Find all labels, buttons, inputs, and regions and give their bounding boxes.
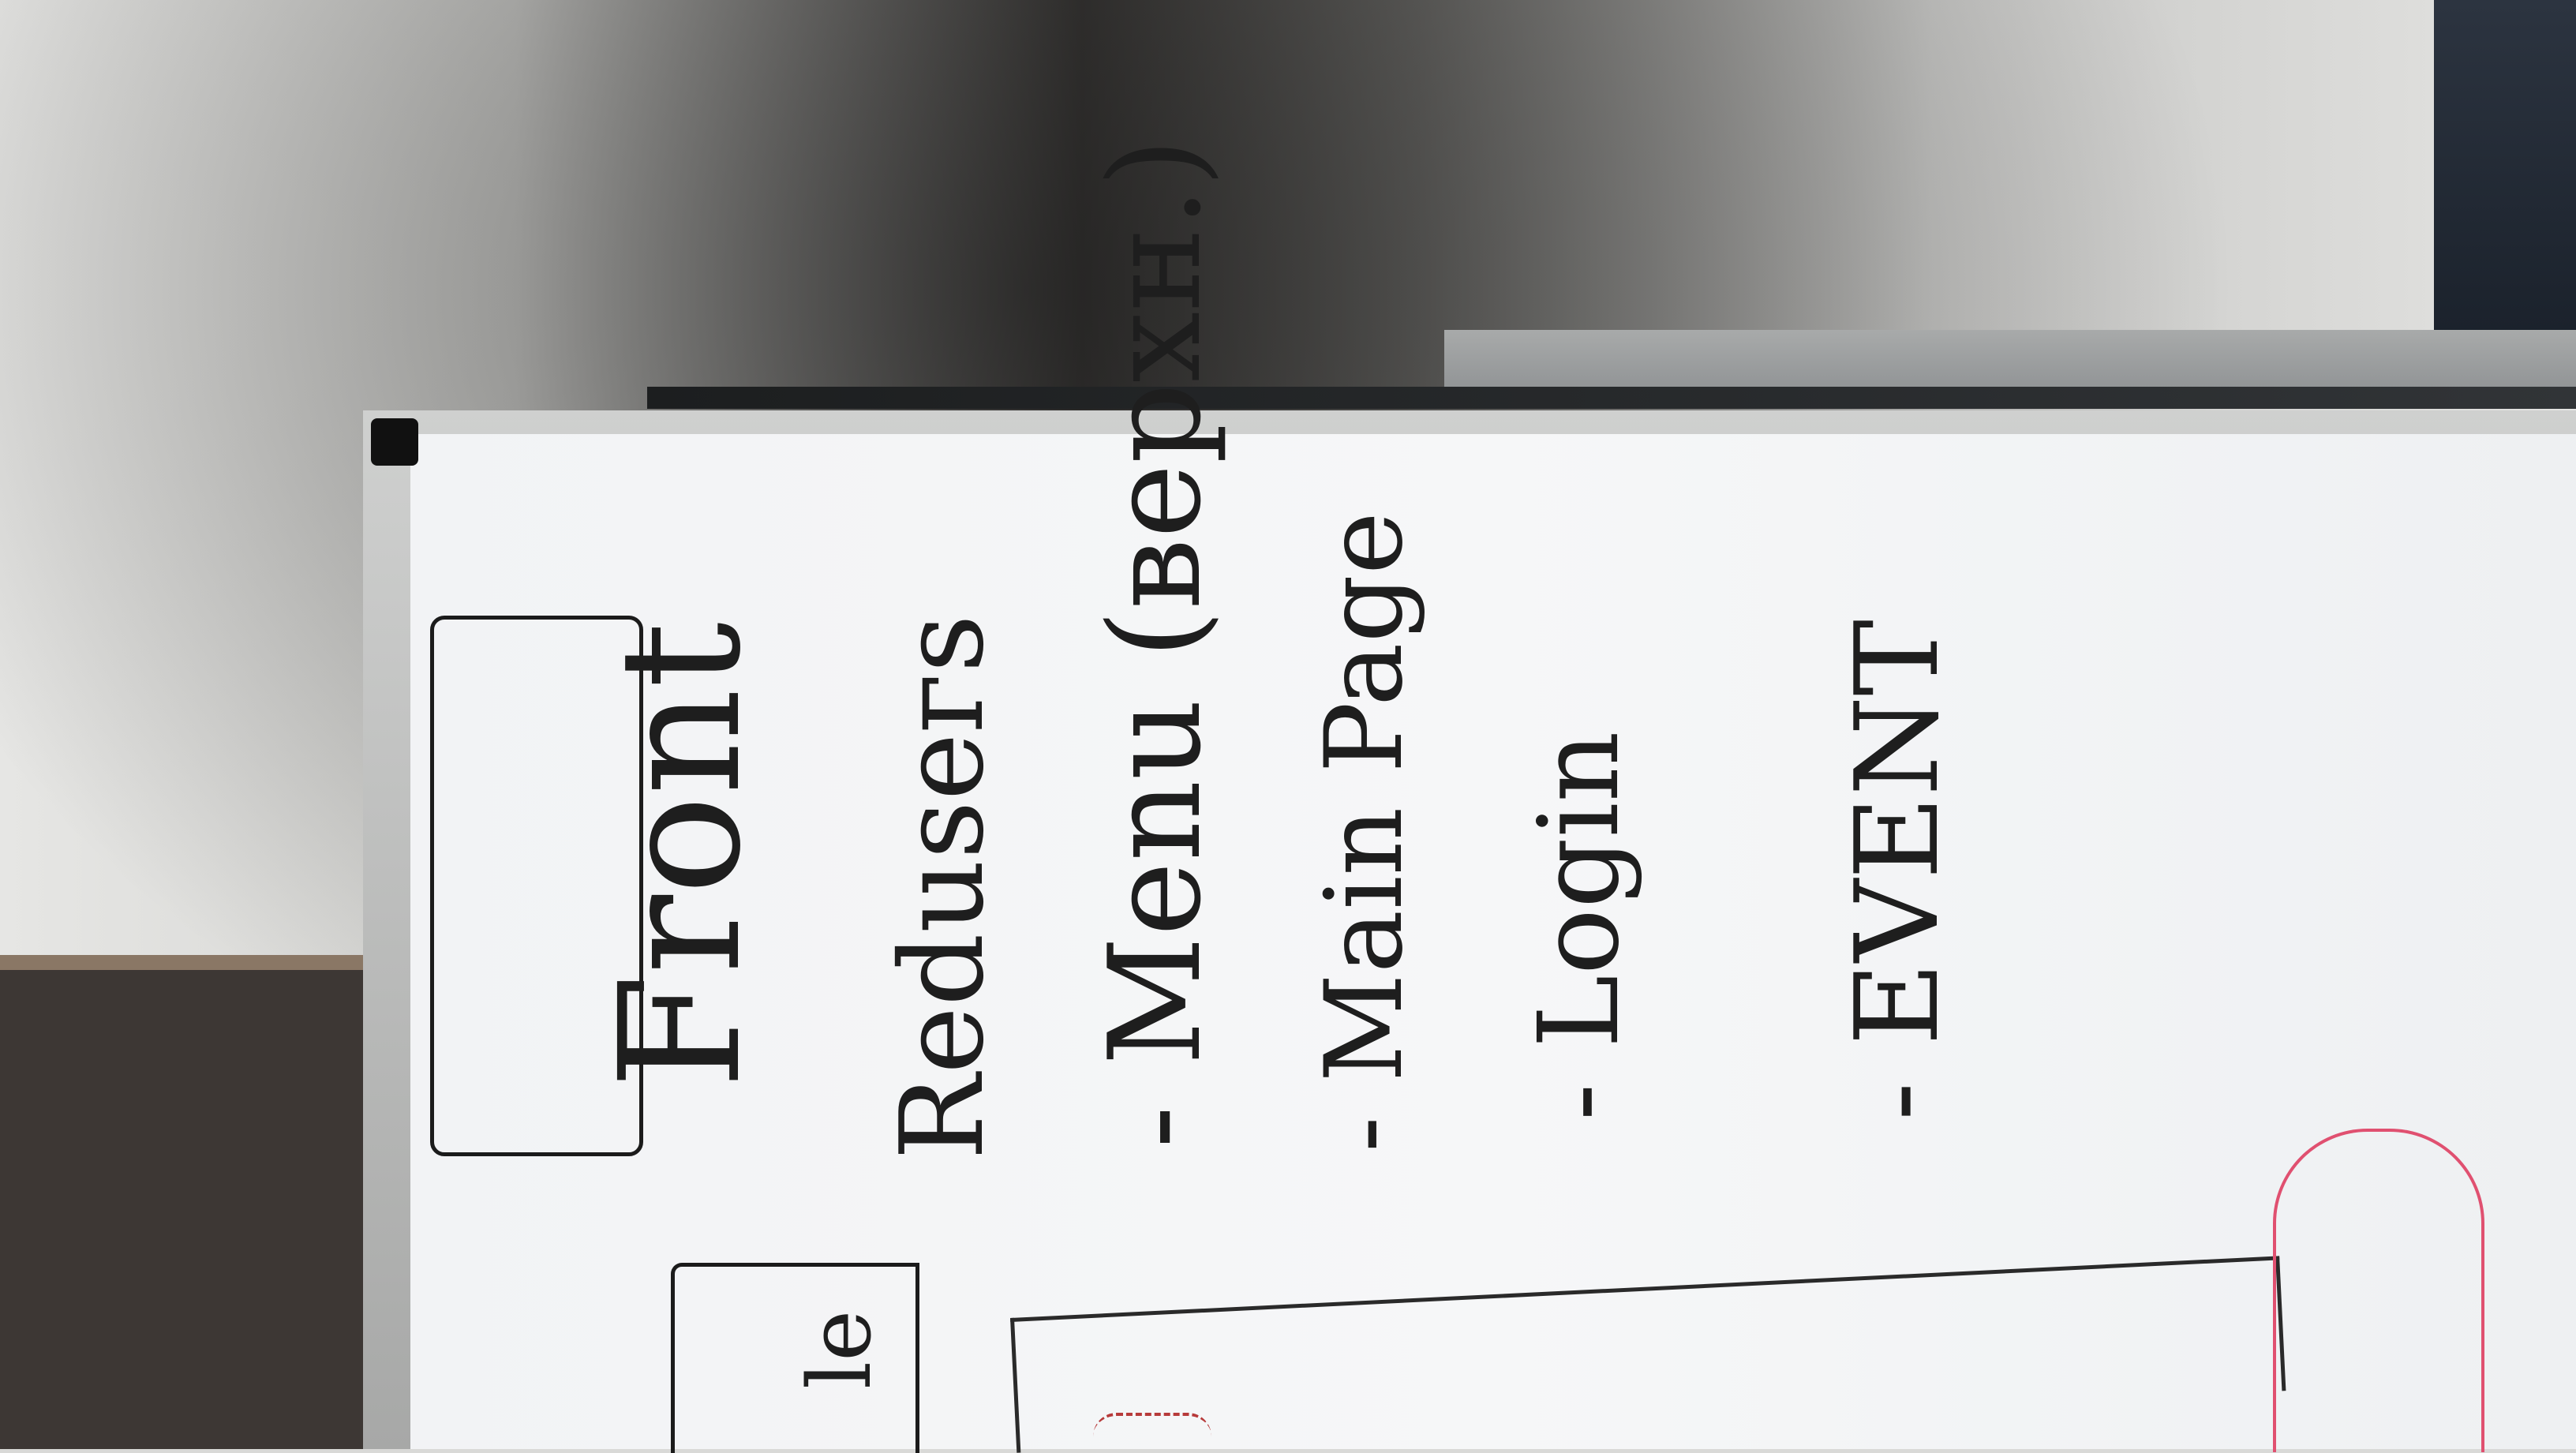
front-label: Front [584,621,777,1089]
handwriting-layer: Front Reduseгs - Menu (верхн.) - Main Pa… [0,0,2576,1453]
pink-marker-shape [2273,1129,2484,1452]
login-item-text: - Login [1515,731,1644,1121]
event-item-text: - EVENT [1831,619,1964,1121]
small-left-text: le [789,1309,890,1389]
menu-item-text: - Menu (верхн.) [1081,137,1229,1148]
main-page-item-text: - Main Page [1302,511,1426,1152]
whiteboard-scene: Front Reduseгs - Menu (верхн.) - Main Pa… [0,0,2576,1453]
reducers-heading: Reduseгs [876,614,1009,1160]
red-dotted-mark [1093,1413,1211,1452]
